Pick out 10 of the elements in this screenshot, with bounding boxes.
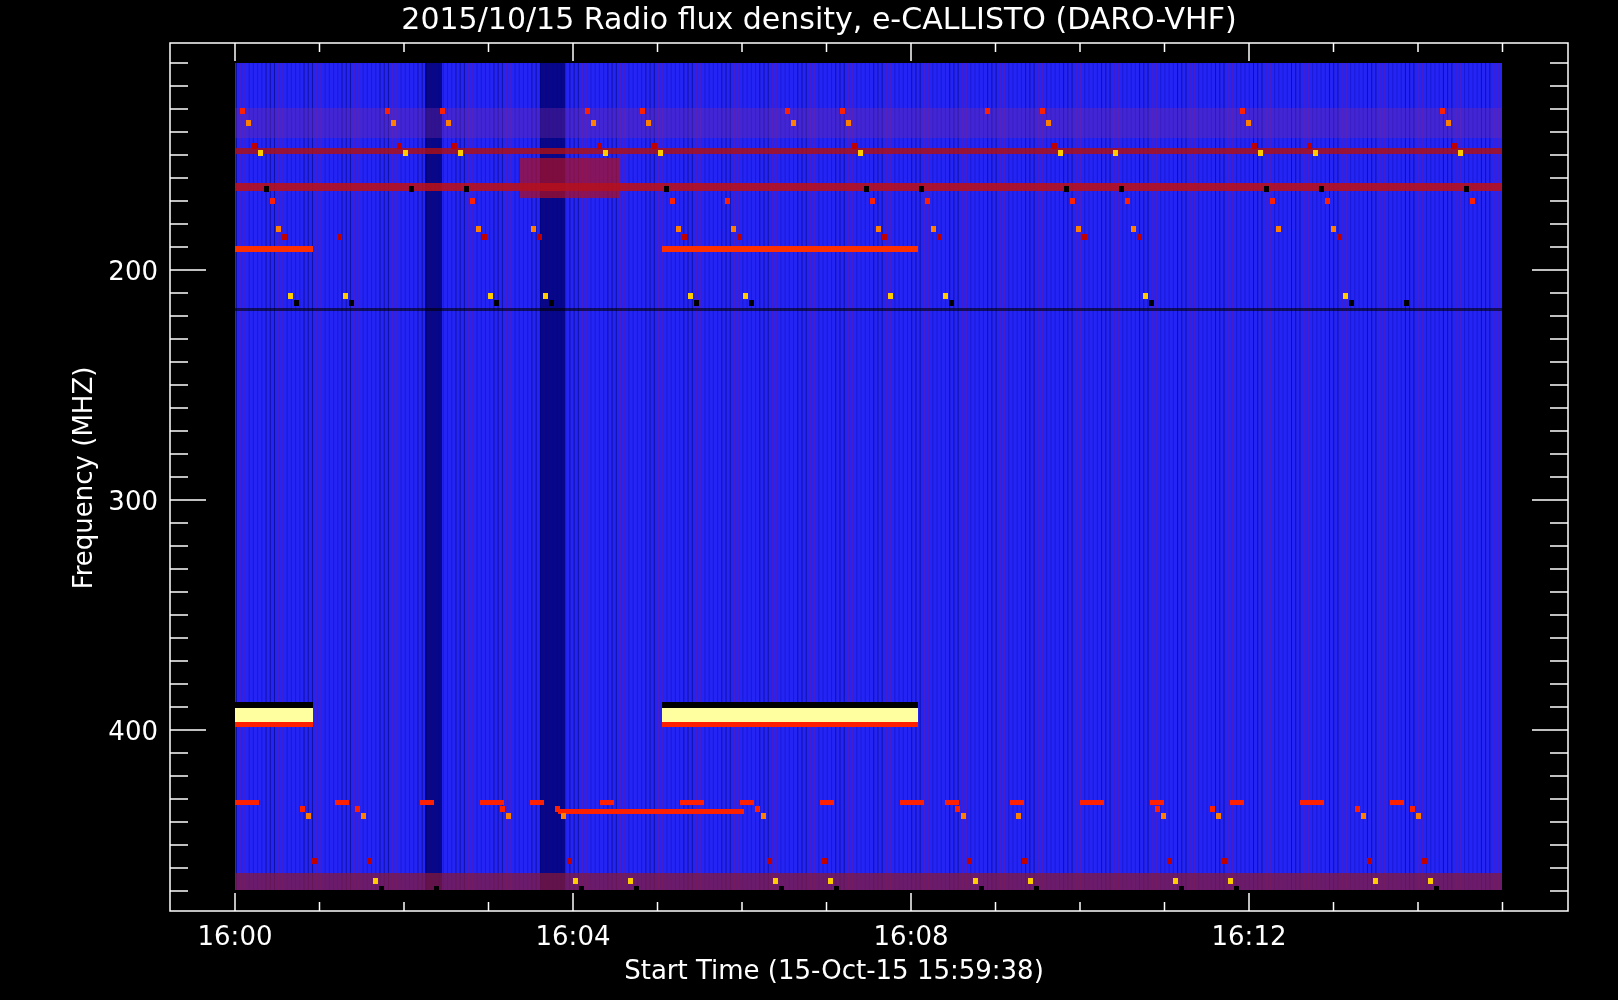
- y-tick-label: 400: [108, 716, 158, 746]
- y-tick-label: 300: [108, 486, 158, 516]
- x-tick-label: 16:08: [873, 921, 949, 951]
- x-tick-label: 16:00: [197, 921, 273, 951]
- chart-title: 2015/10/15 Radio flux density, e-CALLISTO (DARO-VHF): [400, 0, 1237, 38]
- x-tick-label: 16:12: [1211, 921, 1287, 951]
- y-axis-label: Frequency (MHZ): [68, 366, 98, 590]
- x-axis-label: Start Time (15-Oct-15 15:59:38): [623, 954, 1044, 986]
- y-tick-label: 200: [108, 256, 158, 286]
- x-tick-label: 16:04: [535, 921, 611, 951]
